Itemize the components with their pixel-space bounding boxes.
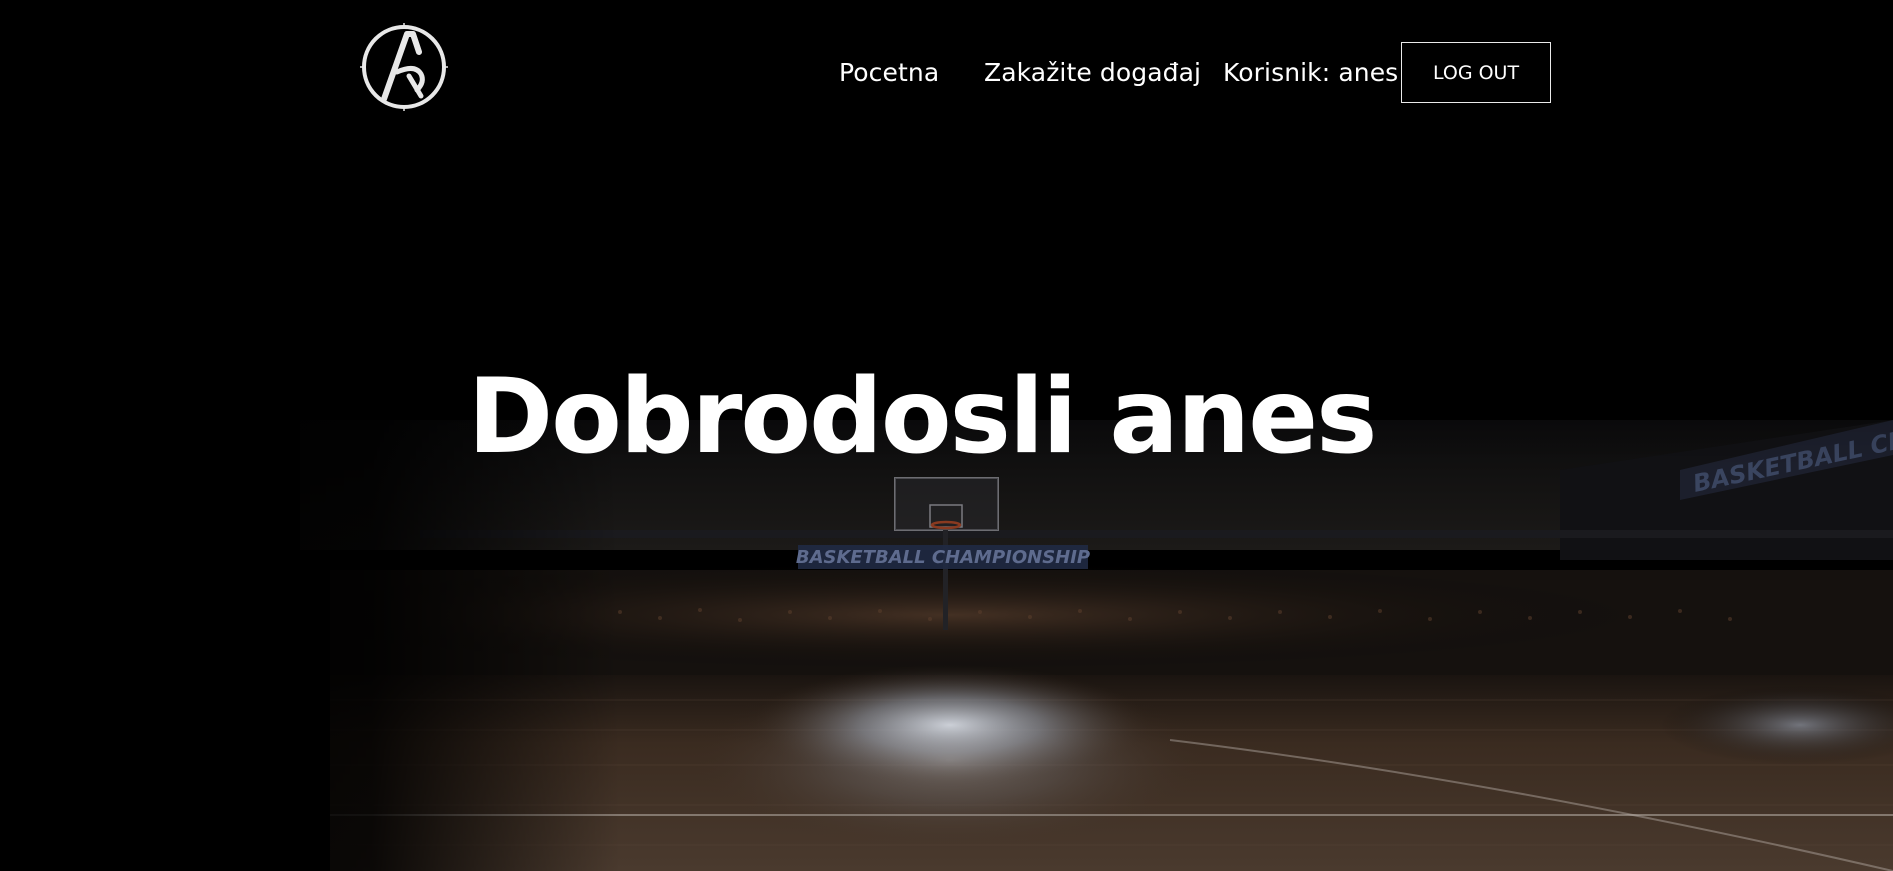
navbar: Pocetna Zakažite događaj Korisnik: anes … [0, 0, 1893, 150]
nav-link-user-profile[interactable]: Korisnik: anes [1223, 56, 1398, 90]
hero-welcome-title: Dobrodosli anes [467, 357, 1378, 477]
home-logo-link[interactable] [357, 20, 451, 114]
nav-link-schedule-event[interactable]: Zakažite događaj [984, 56, 1201, 90]
logout-button[interactable]: LOG OUT [1401, 42, 1551, 103]
nav-link-home[interactable]: Pocetna [839, 56, 939, 90]
letter-a-circle-logo-icon [360, 23, 448, 111]
svg-text:BASKETBALL CHAMPIONSHIP: BASKETBALL CHAMPIONSHIP [796, 547, 1090, 568]
